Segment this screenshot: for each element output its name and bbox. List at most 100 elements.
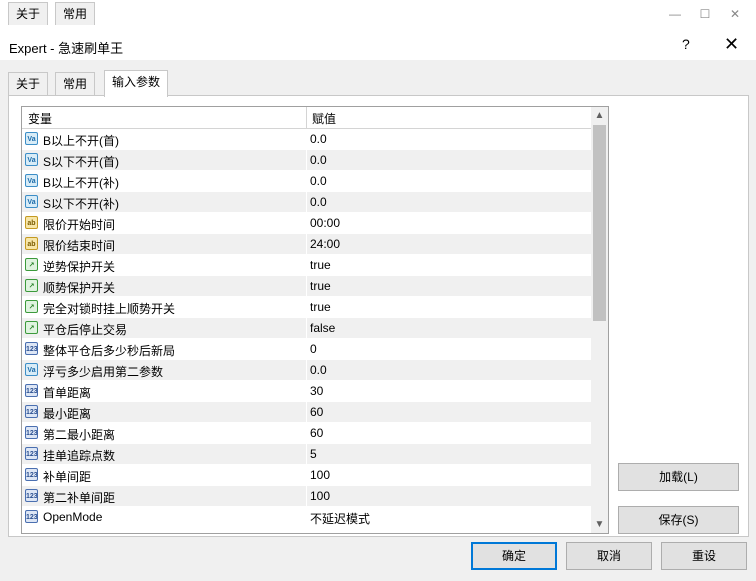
string-variable-icon: ab xyxy=(25,237,38,250)
integer-variable-icon: 123 xyxy=(25,447,38,460)
table-row[interactable]: 123 OpenMode 不延迟模式 xyxy=(22,507,592,528)
reset-button[interactable]: 重设 xyxy=(661,542,747,570)
parameter-value[interactable]: 0.0 xyxy=(310,195,327,209)
parameter-value[interactable]: false xyxy=(310,321,335,335)
table-row[interactable]: ↗ 逆势保护开关 true xyxy=(22,255,592,276)
parameter-value[interactable]: 00:00 xyxy=(310,216,340,230)
double-variable-icon: Va xyxy=(25,132,38,145)
parameter-table: 变量 赋值 Va B以上不开(首) 0.0 Va S以下不开(首) 0.0 Va B以上不开(… xyxy=(21,106,609,534)
scroll-down-icon[interactable]: ▼ xyxy=(591,516,608,533)
row-separator xyxy=(306,150,307,171)
parameter-name: 整体平仓后多少秒后新局 xyxy=(43,344,176,358)
row-separator xyxy=(306,339,307,360)
column-separator[interactable] xyxy=(306,107,307,128)
double-variable-icon: Va xyxy=(25,363,38,376)
ok-button[interactable]: 确定 xyxy=(471,542,557,570)
parameter-value[interactable]: 不延迟模式 xyxy=(310,510,370,527)
table-row[interactable]: Va 浮亏多少启用第二参数 0.0 xyxy=(22,360,592,381)
row-separator xyxy=(306,444,307,465)
tab-common[interactable]: 常用 xyxy=(55,72,96,95)
table-row[interactable]: ↗ 完全对锁时挂上顺势开关 true xyxy=(22,297,592,318)
scroll-up-icon[interactable]: ▲ xyxy=(591,107,608,124)
dialog-titlebar: Expert - 急速刷单王 ? ✕ xyxy=(0,30,756,60)
boolean-variable-icon: ↗ xyxy=(25,258,38,271)
table-row[interactable]: 123 第二最小距离 60 xyxy=(22,423,592,444)
row-separator xyxy=(306,234,307,255)
parameter-value[interactable]: 60 xyxy=(310,426,323,440)
parameter-value[interactable]: 0.0 xyxy=(310,132,327,146)
table-row[interactable]: Va S以下不开(首) 0.0 xyxy=(22,150,592,171)
table-row[interactable]: 123 第二补单间距 100 xyxy=(22,486,592,507)
table-row[interactable]: 123 首单距离 30 xyxy=(22,381,592,402)
row-separator xyxy=(306,276,307,297)
parameter-name: 完全对锁时挂上顺势开关 xyxy=(43,302,176,316)
row-separator xyxy=(306,255,307,276)
table-row[interactable]: 123 最小距离 60 xyxy=(22,402,592,423)
parameter-value[interactable]: 0.0 xyxy=(310,153,327,167)
integer-variable-icon: 123 xyxy=(25,405,38,418)
parameter-value[interactable]: 0.0 xyxy=(310,363,327,377)
save-button[interactable]: 保存(S) xyxy=(618,506,739,534)
parameter-name: OpenMode xyxy=(43,510,103,524)
parameter-value[interactable]: 100 xyxy=(310,489,330,503)
parameter-name: S以下不开(首) xyxy=(43,155,119,169)
tab-input-params[interactable]: 输入参数 xyxy=(104,70,169,97)
parameter-name: 限价开始时间 xyxy=(43,218,116,232)
table-row[interactable]: ab 限价结束时间 24:00 xyxy=(22,234,592,255)
tab-about[interactable]: 关于 xyxy=(8,2,49,25)
row-separator xyxy=(306,192,307,213)
row-separator xyxy=(306,423,307,444)
table-row[interactable]: 123 补单间距 100 xyxy=(22,465,592,486)
header-variable[interactable]: 变量 xyxy=(28,110,52,127)
help-icon[interactable]: ? xyxy=(682,36,690,52)
table-header: 变量 赋值 xyxy=(22,107,592,129)
scroll-thumb[interactable] xyxy=(593,125,606,321)
row-separator xyxy=(306,297,307,318)
parameter-value[interactable]: 5 xyxy=(310,447,317,461)
boolean-variable-icon: ↗ xyxy=(25,279,38,292)
tab-about[interactable]: 关于 xyxy=(8,72,49,95)
parameter-name: B以上不开(补) xyxy=(43,176,119,190)
parameter-name: 首单距离 xyxy=(43,386,92,400)
row-separator xyxy=(306,171,307,192)
tab-common[interactable]: 常用 xyxy=(55,2,96,25)
row-separator xyxy=(306,402,307,423)
cancel-button[interactable]: 取消 xyxy=(566,542,652,570)
table-row[interactable]: Va B以上不开(首) 0.0 xyxy=(22,129,592,150)
minimize-icon[interactable]: — xyxy=(667,6,683,22)
table-row[interactable]: 123 挂单追踪点数 5 xyxy=(22,444,592,465)
parameter-name: S以下不开(补) xyxy=(43,197,119,211)
load-button[interactable]: 加载(L) xyxy=(618,463,739,491)
parameter-value[interactable]: 0 xyxy=(310,342,317,356)
header-value[interactable]: 赋值 xyxy=(312,110,336,127)
parameter-value[interactable]: true xyxy=(310,300,331,314)
row-separator xyxy=(306,465,307,486)
vertical-scrollbar[interactable]: ▲ ▼ xyxy=(591,107,608,533)
integer-variable-icon: 123 xyxy=(25,510,38,523)
row-separator xyxy=(306,318,307,339)
parameter-value[interactable]: 0.0 xyxy=(310,174,327,188)
parameter-value[interactable]: true xyxy=(310,279,331,293)
parameter-name: 补单间距 xyxy=(43,470,92,484)
parameter-value[interactable]: 60 xyxy=(310,405,323,419)
integer-variable-icon: 123 xyxy=(25,489,38,502)
table-row[interactable]: ab 限价开始时间 00:00 xyxy=(22,213,592,234)
table-row[interactable]: ↗ 顺势保护开关 true xyxy=(22,276,592,297)
close-icon[interactable]: ✕ xyxy=(724,34,739,55)
double-variable-icon: Va xyxy=(25,153,38,166)
parameter-value[interactable]: 24:00 xyxy=(310,237,340,251)
parameter-value[interactable]: 100 xyxy=(310,468,330,482)
table-row[interactable]: Va B以上不开(补) 0.0 xyxy=(22,171,592,192)
parameter-name: 逆势保护开关 xyxy=(43,260,116,274)
parameter-value[interactable]: 30 xyxy=(310,384,323,398)
parameter-value[interactable]: true xyxy=(310,258,331,272)
parameter-name: 平仓后停止交易 xyxy=(43,323,128,337)
window-close-icon[interactable]: ✕ xyxy=(727,6,743,22)
row-separator xyxy=(306,360,307,381)
table-row[interactable]: Va S以下不开(补) 0.0 xyxy=(22,192,592,213)
row-separator xyxy=(306,507,307,528)
table-row[interactable]: 123 整体平仓后多少秒后新局 0 xyxy=(22,339,592,360)
parameter-name: 顺势保护开关 xyxy=(43,281,116,295)
table-row[interactable]: ↗ 平仓后停止交易 false xyxy=(22,318,592,339)
maximize-icon[interactable]: ☐ xyxy=(697,6,713,22)
